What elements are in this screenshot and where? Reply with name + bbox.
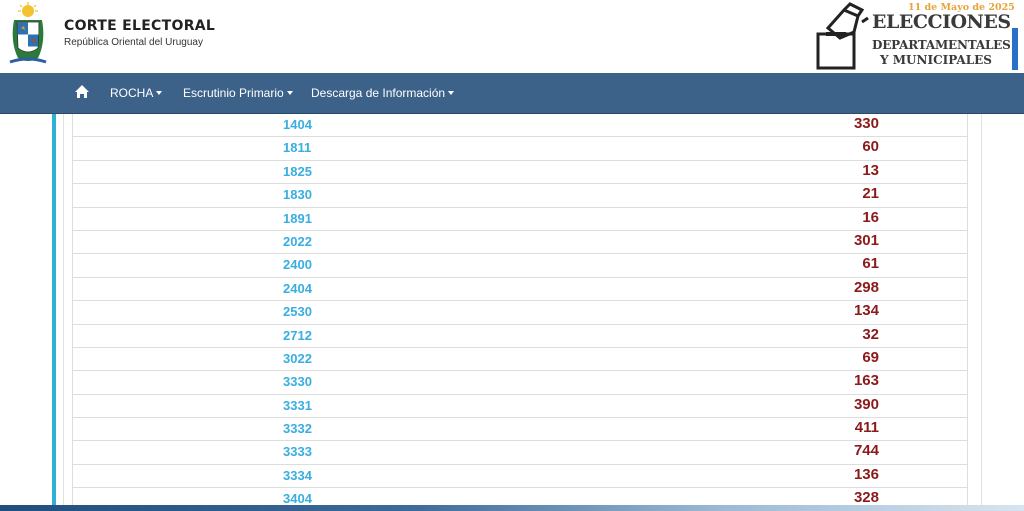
table-row: 1891 16 (73, 208, 967, 231)
circuit-link[interactable]: 1891 (283, 211, 312, 226)
table-row: 2712 32 (73, 324, 967, 348)
vote-count: 13 (862, 161, 879, 179)
nav-escrutinio-label: Escrutinio Primario (183, 86, 284, 100)
chevron-down-icon (286, 90, 293, 95)
circuit-link[interactable]: 1825 (283, 164, 312, 179)
table-row: 1830 21 (73, 184, 967, 208)
banner-title: ELECCIONES (872, 11, 1011, 33)
banner-accent (1012, 28, 1018, 70)
circuit-link[interactable]: 1830 (283, 187, 312, 202)
vote-count: 21 (862, 185, 879, 203)
vote-count: 328 (853, 489, 879, 507)
circuit-link[interactable]: 3333 (283, 444, 312, 459)
table-row: 2530 134 (73, 301, 967, 325)
table-row: 3331 390 (73, 395, 967, 419)
nav-escrutinio-dropdown[interactable]: Escrutinio Primario (183, 86, 293, 100)
nav-descarga-label: Descarga de Información (311, 86, 446, 100)
vote-count: 163 (853, 372, 879, 390)
circuit-link[interactable]: 1404 (283, 117, 312, 132)
org-title: CORTE ELECTORAL (64, 18, 216, 34)
table-row: 2400 61 (73, 254, 967, 278)
vote-count: 301 (853, 231, 879, 249)
home-icon[interactable] (74, 84, 90, 100)
nav-department-label: ROCHA (110, 86, 154, 100)
circuit-link[interactable]: 3334 (283, 468, 312, 483)
banner-subtitle-2: Y MUNICIPALES (880, 53, 992, 67)
table-row: 1404 330 (73, 114, 967, 138)
circuit-link[interactable]: 2530 (283, 304, 312, 319)
vote-count: 69 (862, 348, 879, 366)
circuit-link[interactable]: 2400 (283, 257, 312, 272)
vote-count: 16 (862, 208, 879, 226)
main-content[interactable]: 1404 330 1811 60 1825 13 1830 21 1891 16 2022 301 24… (0, 114, 1024, 511)
nav-department-dropdown[interactable]: ROCHA (110, 86, 163, 100)
table-row: 3022 69 (73, 348, 967, 372)
table-row: 3333 744 (73, 441, 967, 465)
vote-count: 60 (862, 138, 879, 156)
circuit-link[interactable]: 3332 (283, 421, 312, 436)
main-navbar: ROCHA Escrutinio Primario Descarga de In… (0, 73, 1024, 114)
circuit-link[interactable]: 2712 (283, 328, 312, 343)
table-row: 2404 298 (73, 277, 967, 302)
vote-count: 744 (853, 442, 879, 460)
table-row: 3332 411 (73, 418, 967, 442)
banner-subtitle-1: DEPARTAMENTALES (872, 38, 1011, 52)
vote-count: 411 (854, 419, 879, 437)
circuit-link[interactable]: 1811 (283, 140, 311, 155)
vote-count: 32 (862, 325, 879, 343)
coat-of-arms-logo[interactable] (4, 2, 52, 66)
org-subtitle: República Oriental del Uruguay (64, 37, 203, 48)
site-header: CORTE ELECTORAL República Oriental del U… (0, 0, 1024, 73)
left-accent-bar (52, 114, 56, 511)
circuit-link[interactable]: 2404 (283, 281, 312, 296)
bottom-taskbar-strip (0, 505, 1024, 511)
nav-descarga-dropdown[interactable]: Descarga de Información (311, 86, 455, 100)
vote-count: 390 (853, 395, 879, 413)
chevron-down-icon (156, 90, 163, 95)
vote-count: 136 (853, 465, 879, 483)
results-table: 1404 330 1811 60 1825 13 1830 21 1891 16 2022 301 24… (72, 114, 968, 511)
vote-count: 330 (853, 115, 879, 132)
vote-count: 134 (853, 302, 879, 320)
table-row: 2022 301 (73, 230, 967, 255)
circuit-link[interactable]: 3404 (283, 491, 312, 506)
circuit-link[interactable]: 3022 (283, 351, 312, 366)
chevron-down-icon (448, 90, 455, 95)
table-row: 3330 163 (73, 371, 967, 395)
table-row: 1811 60 (73, 137, 967, 161)
circuit-link[interactable]: 2022 (283, 234, 312, 249)
table-row: 1825 13 (73, 161, 967, 185)
circuit-link[interactable]: 3330 (283, 374, 312, 389)
circuit-link[interactable]: 3331 (283, 398, 312, 413)
vote-count: 298 (853, 278, 879, 296)
vote-count: 61 (862, 255, 879, 273)
table-row: 3334 136 (73, 464, 967, 489)
